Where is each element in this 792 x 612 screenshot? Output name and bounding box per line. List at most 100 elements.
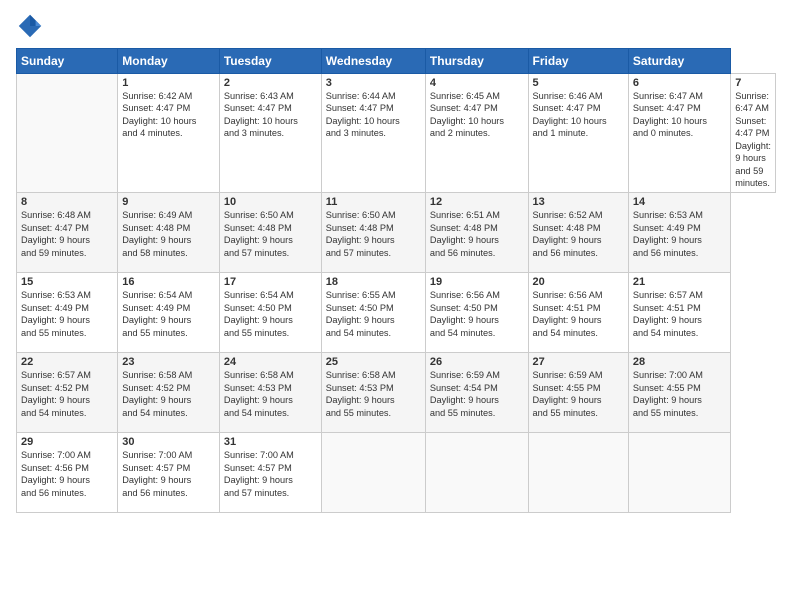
day-cell-29: 29Sunrise: 7:00 AMSunset: 4:56 PMDayligh… [17,433,118,513]
day-cell-2: 2Sunrise: 6:43 AMSunset: 4:47 PMDaylight… [219,74,321,193]
header-day-wednesday: Wednesday [321,49,425,74]
day-number: 5 [533,77,624,89]
empty-cell [425,433,528,513]
day-info: Sunrise: 6:57 AMSunset: 4:52 PMDaylight:… [21,369,113,419]
calendar-header: SundayMondayTuesdayWednesdayThursdayFrid… [17,49,776,74]
header [16,12,776,40]
day-cell-24: 24Sunrise: 6:58 AMSunset: 4:53 PMDayligh… [219,353,321,433]
day-cell-5: 5Sunrise: 6:46 AMSunset: 4:47 PMDaylight… [528,74,628,193]
day-number: 10 [224,196,317,208]
day-info: Sunrise: 7:00 AMSunset: 4:56 PMDaylight:… [21,449,113,499]
day-cell-16: 16Sunrise: 6:54 AMSunset: 4:49 PMDayligh… [118,273,220,353]
empty-cell [321,433,425,513]
day-cell-4: 4Sunrise: 6:45 AMSunset: 4:47 PMDaylight… [425,74,528,193]
page: SundayMondayTuesdayWednesdayThursdayFrid… [0,0,792,612]
day-cell-28: 28Sunrise: 7:00 AMSunset: 4:55 PMDayligh… [628,353,730,433]
header-day-friday: Friday [528,49,628,74]
header-day-thursday: Thursday [425,49,528,74]
day-cell-3: 3Sunrise: 6:44 AMSunset: 4:47 PMDaylight… [321,74,425,193]
day-number: 28 [633,356,726,368]
day-info: Sunrise: 6:58 AMSunset: 4:52 PMDaylight:… [122,369,215,419]
day-info: Sunrise: 6:47 AMSunset: 4:47 PMDaylight:… [633,90,726,140]
day-cell-1: 1Sunrise: 6:42 AMSunset: 4:47 PMDaylight… [118,74,220,193]
day-cell-10: 10Sunrise: 6:50 AMSunset: 4:48 PMDayligh… [219,193,321,273]
day-cell-12: 12Sunrise: 6:51 AMSunset: 4:48 PMDayligh… [425,193,528,273]
header-day-monday: Monday [118,49,220,74]
day-number: 3 [326,77,421,89]
day-cell-22: 22Sunrise: 6:57 AMSunset: 4:52 PMDayligh… [17,353,118,433]
day-number: 6 [633,77,726,89]
day-cell-31: 31Sunrise: 7:00 AMSunset: 4:57 PMDayligh… [219,433,321,513]
week-row-2: 8Sunrise: 6:48 AMSunset: 4:47 PMDaylight… [17,193,776,273]
day-number: 25 [326,356,421,368]
day-info: Sunrise: 6:52 AMSunset: 4:48 PMDaylight:… [533,209,624,259]
day-cell-18: 18Sunrise: 6:55 AMSunset: 4:50 PMDayligh… [321,273,425,353]
header-day-saturday: Saturday [628,49,730,74]
day-info: Sunrise: 6:45 AMSunset: 4:47 PMDaylight:… [430,90,524,140]
day-info: Sunrise: 7:00 AMSunset: 4:57 PMDaylight:… [122,449,215,499]
day-info: Sunrise: 7:00 AMSunset: 4:55 PMDaylight:… [633,369,726,419]
day-number: 23 [122,356,215,368]
day-cell-27: 27Sunrise: 6:59 AMSunset: 4:55 PMDayligh… [528,353,628,433]
day-info: Sunrise: 6:43 AMSunset: 4:47 PMDaylight:… [224,90,317,140]
day-cell-20: 20Sunrise: 6:56 AMSunset: 4:51 PMDayligh… [528,273,628,353]
day-number: 12 [430,196,524,208]
day-number: 31 [224,436,317,448]
day-number: 16 [122,276,215,288]
day-cell-15: 15Sunrise: 6:53 AMSunset: 4:49 PMDayligh… [17,273,118,353]
week-row-5: 29Sunrise: 7:00 AMSunset: 4:56 PMDayligh… [17,433,776,513]
day-info: Sunrise: 6:44 AMSunset: 4:47 PMDaylight:… [326,90,421,140]
day-number: 30 [122,436,215,448]
day-info: Sunrise: 6:57 AMSunset: 4:51 PMDaylight:… [633,289,726,339]
day-info: Sunrise: 6:51 AMSunset: 4:48 PMDaylight:… [430,209,524,259]
day-info: Sunrise: 6:49 AMSunset: 4:48 PMDaylight:… [122,209,215,259]
day-cell-23: 23Sunrise: 6:58 AMSunset: 4:52 PMDayligh… [118,353,220,433]
day-info: Sunrise: 6:42 AMSunset: 4:47 PMDaylight:… [122,90,215,140]
week-row-4: 22Sunrise: 6:57 AMSunset: 4:52 PMDayligh… [17,353,776,433]
day-number: 11 [326,196,421,208]
week-row-1: 1Sunrise: 6:42 AMSunset: 4:47 PMDaylight… [17,74,776,193]
day-info: Sunrise: 6:53 AMSunset: 4:49 PMDaylight:… [21,289,113,339]
empty-cell [628,433,730,513]
header-row: SundayMondayTuesdayWednesdayThursdayFrid… [17,49,776,74]
day-info: Sunrise: 6:50 AMSunset: 4:48 PMDaylight:… [326,209,421,259]
day-cell-7: 7Sunrise: 6:47 AMSunset: 4:47 PMDaylight… [731,74,776,193]
day-info: Sunrise: 6:54 AMSunset: 4:50 PMDaylight:… [224,289,317,339]
day-number: 4 [430,77,524,89]
header-day-sunday: Sunday [17,49,118,74]
week-row-3: 15Sunrise: 6:53 AMSunset: 4:49 PMDayligh… [17,273,776,353]
day-info: Sunrise: 6:47 AMSunset: 4:47 PMDaylight:… [735,90,771,189]
day-info: Sunrise: 7:00 AMSunset: 4:57 PMDaylight:… [224,449,317,499]
day-number: 24 [224,356,317,368]
day-cell-25: 25Sunrise: 6:58 AMSunset: 4:53 PMDayligh… [321,353,425,433]
day-info: Sunrise: 6:58 AMSunset: 4:53 PMDaylight:… [224,369,317,419]
day-info: Sunrise: 6:48 AMSunset: 4:47 PMDaylight:… [21,209,113,259]
day-number: 7 [735,77,771,89]
day-info: Sunrise: 6:59 AMSunset: 4:55 PMDaylight:… [533,369,624,419]
day-number: 15 [21,276,113,288]
calendar-body: 1Sunrise: 6:42 AMSunset: 4:47 PMDaylight… [17,74,776,513]
day-number: 26 [430,356,524,368]
day-info: Sunrise: 6:54 AMSunset: 4:49 PMDaylight:… [122,289,215,339]
day-info: Sunrise: 6:58 AMSunset: 4:53 PMDaylight:… [326,369,421,419]
calendar: SundayMondayTuesdayWednesdayThursdayFrid… [16,48,776,513]
day-number: 22 [21,356,113,368]
day-cell-26: 26Sunrise: 6:59 AMSunset: 4:54 PMDayligh… [425,353,528,433]
day-cell-14: 14Sunrise: 6:53 AMSunset: 4:49 PMDayligh… [628,193,730,273]
day-info: Sunrise: 6:56 AMSunset: 4:51 PMDaylight:… [533,289,624,339]
logo-icon [16,12,44,40]
day-cell-11: 11Sunrise: 6:50 AMSunset: 4:48 PMDayligh… [321,193,425,273]
day-number: 9 [122,196,215,208]
day-cell-8: 8Sunrise: 6:48 AMSunset: 4:47 PMDaylight… [17,193,118,273]
day-number: 18 [326,276,421,288]
day-number: 2 [224,77,317,89]
header-day-tuesday: Tuesday [219,49,321,74]
day-cell-21: 21Sunrise: 6:57 AMSunset: 4:51 PMDayligh… [628,273,730,353]
day-number: 13 [533,196,624,208]
day-info: Sunrise: 6:59 AMSunset: 4:54 PMDaylight:… [430,369,524,419]
day-number: 8 [21,196,113,208]
day-number: 21 [633,276,726,288]
day-number: 1 [122,77,215,89]
day-cell-6: 6Sunrise: 6:47 AMSunset: 4:47 PMDaylight… [628,74,730,193]
empty-cell [528,433,628,513]
